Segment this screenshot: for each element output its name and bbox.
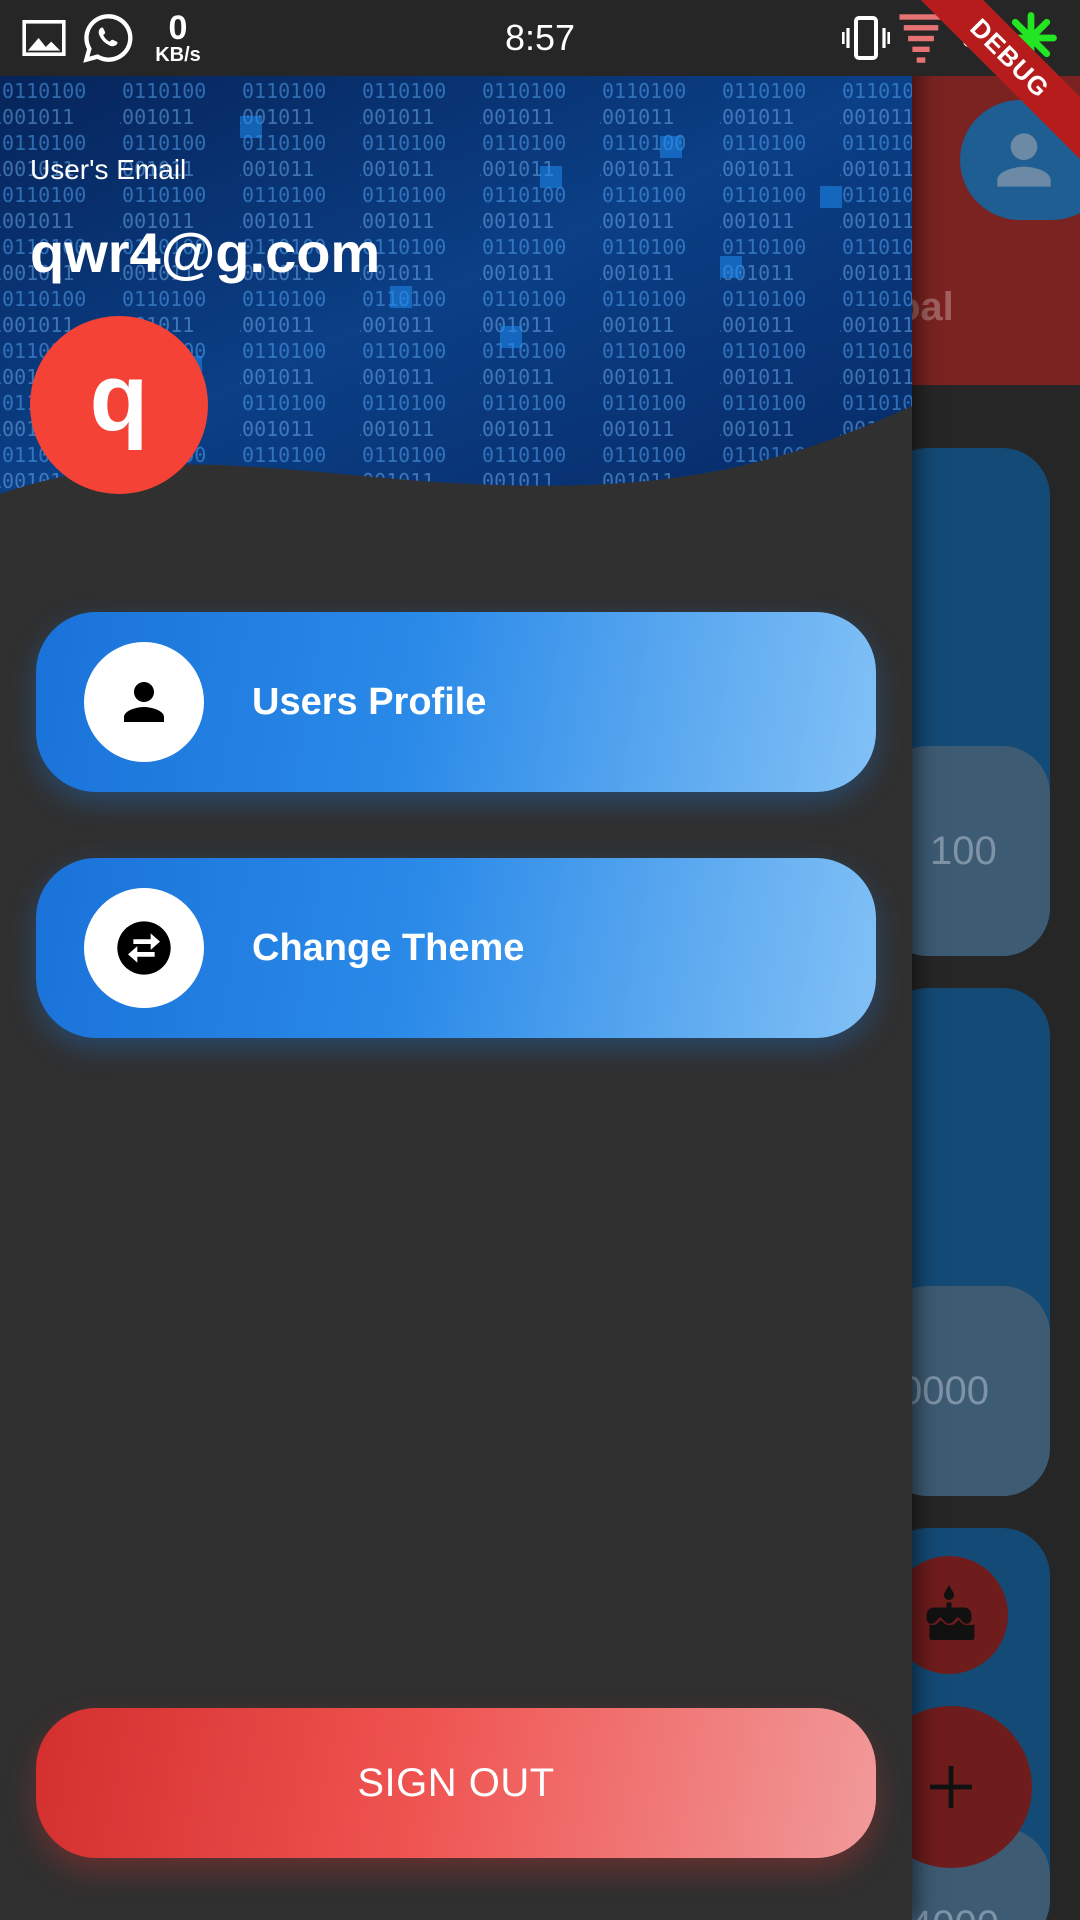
change-theme-icon-circle [84,888,204,1008]
status-bar: 0 KB/s 8:57 86 [0,0,1080,76]
user-email: qwr4@g.com [30,221,381,284]
email-label: User's Email [30,154,187,185]
network-speed: 0 KB/s [150,0,206,76]
whatsapp-icon [82,0,134,76]
person-icon [124,682,164,722]
network-speed-unit: KB/s [155,44,201,66]
user-avatar[interactable]: q [30,316,208,494]
clock: 8:57 [505,17,576,58]
change-theme-button[interactable]: Change Theme [36,858,876,1038]
network-speed-value: 0 [168,9,188,47]
users-profile-icon-circle [84,642,204,762]
background-card-value-text: 4000 [910,1903,999,1920]
swap-icon [117,921,171,975]
image-icon [22,0,66,76]
background-card-value-text: 0000 [900,1368,989,1413]
change-theme-label: Change Theme [252,926,525,969]
sign-out-button[interactable]: SIGN OUT [36,1708,876,1858]
avatar-letter: q [89,344,149,451]
users-profile-label: Users Profile [252,680,487,723]
users-profile-button[interactable]: Users Profile [36,612,876,792]
navigation-drawer: 0110100 1001011 User's Email qwr4@g.com … [0,0,912,1920]
screen: oal 100 0000 4000 0 KB/ [0,0,1080,1920]
plus-icon [930,1766,972,1808]
cake-icon [926,1585,975,1640]
background-card-value-text: 100 [930,828,997,873]
vibrate-icon [842,0,890,76]
drawer-header: 0110100 1001011 User's Email qwr4@g.com … [0,76,912,556]
